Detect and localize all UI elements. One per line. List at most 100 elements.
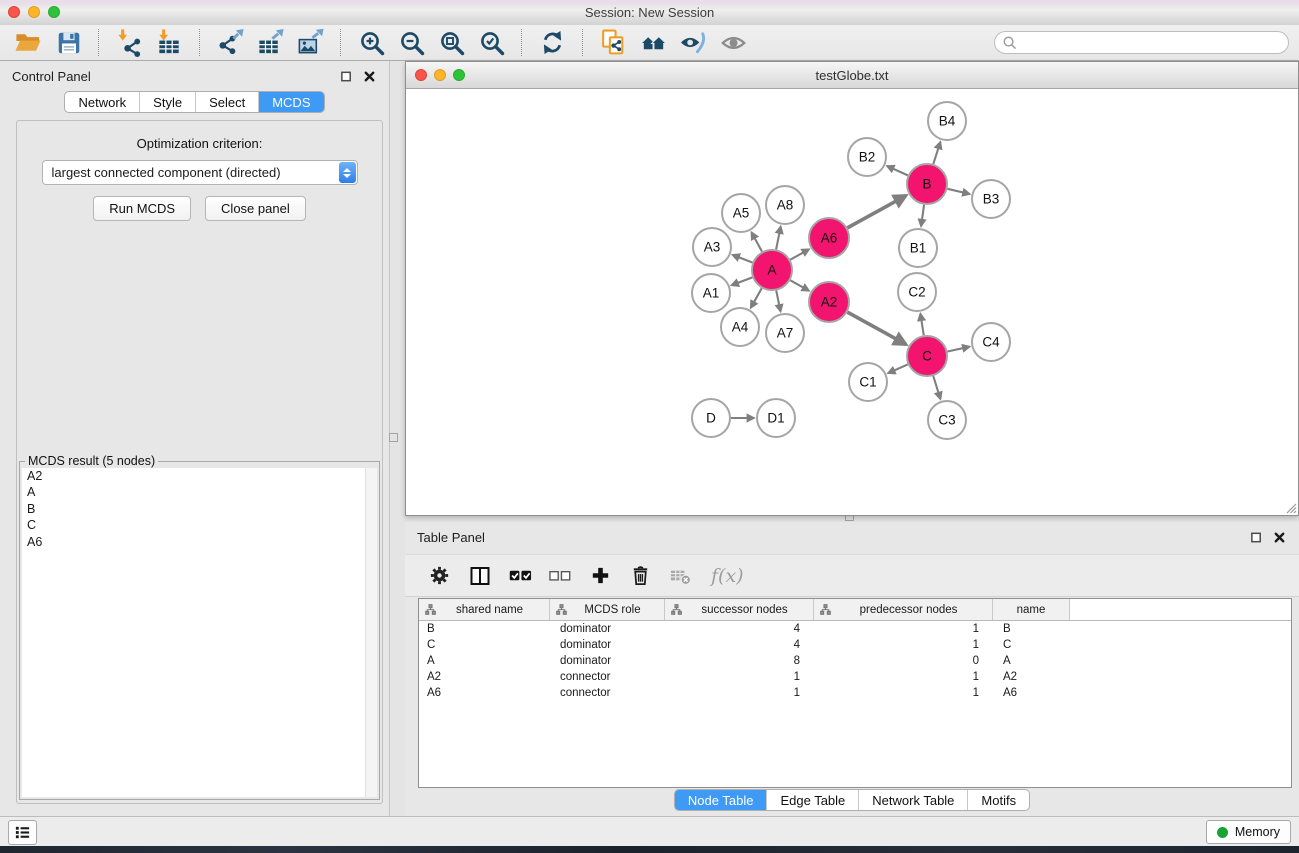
mcds-result-item[interactable]: A — [22, 484, 377, 500]
graph-node-C2[interactable]: C2 — [898, 273, 936, 311]
mcds-result-list[interactable]: A2ABCA6 — [22, 468, 377, 797]
zoom-selected-icon[interactable] — [476, 27, 507, 58]
float-panel-icon[interactable] — [338, 68, 354, 84]
graph-edge-A-A1[interactable] — [732, 277, 753, 285]
search-box[interactable] — [994, 31, 1289, 54]
tab-edge-table[interactable]: Edge Table — [766, 790, 858, 810]
graph-edge-C-C2[interactable] — [920, 314, 923, 336]
run-mcds-button[interactable]: Run MCDS — [93, 196, 191, 221]
deselect-all-checkboxes-icon[interactable] — [549, 564, 572, 587]
columns-icon[interactable] — [468, 564, 492, 588]
mcds-result-item[interactable]: C — [22, 517, 377, 533]
graph-edge-B-B4[interactable] — [933, 142, 940, 164]
graph-edge-A-A3[interactable] — [733, 255, 753, 263]
graph-node-A[interactable]: A — [752, 250, 792, 290]
graph-node-B2[interactable]: B2 — [848, 138, 886, 176]
mcds-result-item[interactable]: A6 — [22, 534, 377, 550]
import-network-icon[interactable] — [114, 27, 145, 58]
graph-node-A4[interactable]: A4 — [721, 308, 759, 346]
graph-node-A5[interactable]: A5 — [722, 194, 760, 232]
graph-edge-B-B3[interactable] — [947, 189, 969, 194]
graph-edge-A2-C[interactable] — [847, 312, 906, 344]
graph-edge-B-B1[interactable] — [921, 205, 924, 226]
memory-button[interactable]: Memory — [1206, 820, 1291, 844]
close-network-window-button[interactable] — [415, 69, 427, 81]
graph-node-B4[interactable]: B4 — [928, 102, 966, 140]
tab-node-table[interactable]: Node Table — [675, 790, 767, 810]
graph-edge-A-A2[interactable] — [790, 280, 809, 290]
graph-edge-A-A5[interactable] — [752, 232, 762, 251]
tab-network[interactable]: Network — [65, 92, 139, 112]
zoom-network-window-button[interactable] — [453, 69, 465, 81]
column-header-MCDS-role[interactable]: MCDS role — [550, 599, 665, 620]
delete-column-icon[interactable] — [629, 564, 652, 587]
graph-edge-A6-B[interactable] — [847, 196, 906, 228]
scrollbar-track[interactable] — [365, 468, 377, 797]
graph-node-C4[interactable]: C4 — [972, 323, 1010, 361]
graph-node-B1[interactable]: B1 — [899, 229, 937, 267]
network-window-title-bar[interactable]: testGlobe.txt — [406, 62, 1298, 89]
graph-node-B3[interactable]: B3 — [972, 180, 1010, 218]
criterion-dropdown[interactable]: largest connected component (directed) — [42, 160, 358, 185]
graph-edge-B-B2[interactable] — [887, 166, 908, 175]
minimize-network-window-button[interactable] — [434, 69, 446, 81]
search-input[interactable] — [1021, 34, 1288, 51]
tab-motifs[interactable]: Motifs — [967, 790, 1029, 810]
float-table-panel-icon[interactable] — [1248, 529, 1264, 545]
home-icon[interactable] — [638, 27, 669, 58]
zoom-out-icon[interactable] — [396, 27, 427, 58]
mcds-result-item[interactable]: B — [22, 501, 377, 517]
graph-edge-C-C1[interactable] — [888, 364, 908, 373]
close-table-panel-icon[interactable] — [1271, 529, 1287, 545]
table-row[interactable]: A2connector11A2 — [419, 669, 1291, 685]
graph-edge-A-A8[interactable] — [776, 227, 781, 250]
refresh-icon[interactable] — [537, 27, 568, 58]
graph-node-A6[interactable]: A6 — [809, 218, 849, 258]
export-table-icon[interactable] — [255, 27, 286, 58]
hide-display-icon[interactable] — [678, 27, 709, 58]
select-all-checkboxes-icon[interactable] — [509, 564, 532, 587]
close-panel-icon[interactable] — [361, 68, 377, 84]
open-file-icon[interactable] — [13, 27, 44, 58]
graph-edge-C-C3[interactable] — [933, 376, 940, 399]
graph-node-C1[interactable]: C1 — [849, 363, 887, 401]
panel-divider-grip[interactable] — [389, 433, 398, 442]
graph-node-A7[interactable]: A7 — [766, 314, 804, 352]
export-network-icon[interactable] — [215, 27, 246, 58]
network-canvas[interactable]: B4B2BB3A8A5A6A3B1AA1C2A2A4A7C4CC1C3DD1 — [406, 89, 1298, 515]
zoom-in-icon[interactable] — [356, 27, 387, 58]
tab-select[interactable]: Select — [195, 92, 258, 112]
graph-node-A2[interactable]: A2 — [809, 282, 849, 322]
add-column-icon[interactable] — [589, 564, 612, 587]
table-row[interactable]: Cdominator41C — [419, 637, 1291, 653]
graph-edge-A-A7[interactable] — [776, 291, 780, 312]
tab-style[interactable]: Style — [139, 92, 195, 112]
graph-edge-A-A6[interactable] — [790, 249, 809, 259]
table-row[interactable]: Adominator80A — [419, 653, 1291, 669]
copy-network-icon[interactable] — [598, 27, 629, 58]
settings-gear-icon[interactable] — [428, 564, 451, 587]
import-table-icon[interactable] — [154, 27, 185, 58]
column-header-shared-name[interactable]: shared name — [419, 599, 550, 620]
graph-node-A1[interactable]: A1 — [692, 274, 730, 312]
graph-edge-A-A4[interactable] — [751, 288, 762, 308]
mcds-result-item[interactable]: A2 — [22, 468, 377, 484]
graph-edge-C-C4[interactable] — [948, 347, 970, 352]
graph-node-C[interactable]: C — [907, 336, 947, 376]
tab-mcds[interactable]: MCDS — [258, 92, 323, 112]
task-history-button[interactable] — [8, 820, 37, 845]
zoom-fit-icon[interactable] — [436, 27, 467, 58]
graph-node-D[interactable]: D — [692, 399, 730, 437]
table-row[interactable]: Bdominator41B — [419, 621, 1291, 637]
export-image-icon[interactable] — [295, 27, 326, 58]
save-session-icon[interactable] — [53, 27, 84, 58]
graph-node-A3[interactable]: A3 — [693, 228, 731, 266]
column-header-name[interactable]: name — [993, 599, 1070, 620]
resize-grip-icon[interactable] — [1283, 500, 1297, 514]
column-header-predecessor-nodes[interactable]: predecessor nodes — [814, 599, 993, 620]
close-panel-button[interactable]: Close panel — [205, 196, 306, 221]
graph-node-D1[interactable]: D1 — [757, 399, 795, 437]
graph-node-C3[interactable]: C3 — [928, 401, 966, 439]
show-display-icon[interactable] — [718, 27, 749, 58]
graph-node-B[interactable]: B — [907, 164, 947, 204]
